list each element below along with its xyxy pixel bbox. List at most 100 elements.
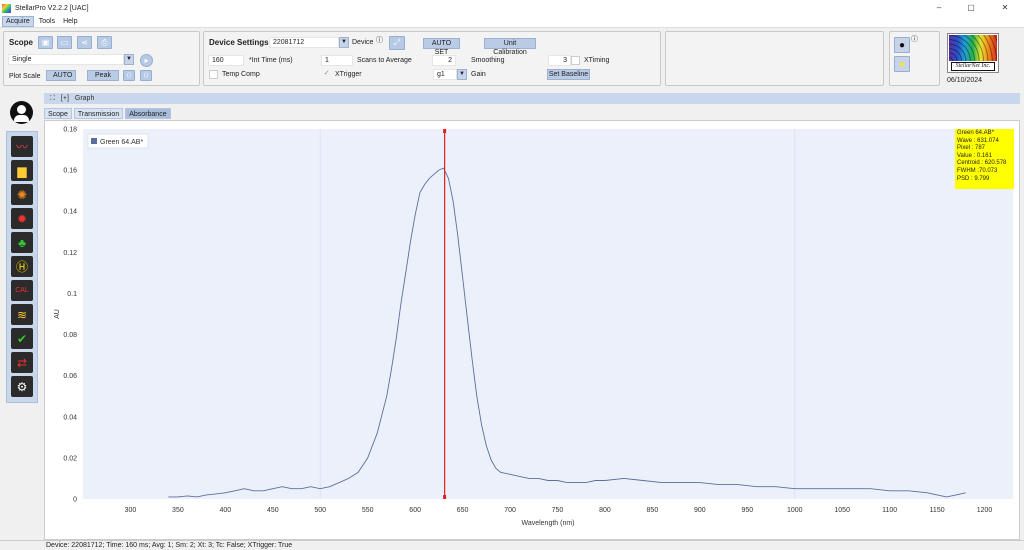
cursor-handle-bottom xyxy=(443,495,447,499)
plant-icon: ♣ xyxy=(18,235,26,250)
y-tick-label: 0.08 xyxy=(63,332,77,339)
check-circle-icon: ✔ xyxy=(16,331,28,346)
menu-tools[interactable]: Tools xyxy=(36,17,58,26)
auto-scale-button[interactable]: AUTO xyxy=(46,70,76,81)
chevron-down-icon[interactable]: ▼ xyxy=(339,37,349,48)
lamp-off-button[interactable]: ● xyxy=(894,37,910,53)
tab-scope[interactable]: Scope xyxy=(44,108,72,119)
device-select[interactable]: 22081712 xyxy=(269,37,339,48)
menu-help[interactable]: Help xyxy=(60,17,80,26)
bar-chart-tool-button[interactable]: ▆ xyxy=(11,160,33,181)
lightbulb-icon: ● xyxy=(898,39,906,51)
y-tick-label: 0.12 xyxy=(63,250,77,257)
info-panel xyxy=(665,31,884,86)
readout-value: Value : 0.161 xyxy=(957,152,992,159)
lamp-on-button[interactable]: ● xyxy=(894,56,910,72)
device-settings-title: Device Settings xyxy=(209,38,269,47)
user-avatar[interactable] xyxy=(10,101,33,124)
print-button[interactable]: ⎙ xyxy=(97,36,112,49)
x-tick-label: 950 xyxy=(741,507,753,514)
device-settings-panel: Device Settings 22081712 ▼ Device ⓘ ⤢ AU… xyxy=(203,31,661,86)
set-baseline-button[interactable]: Set Baseline xyxy=(547,69,590,80)
minimize-button[interactable]: – xyxy=(924,0,954,16)
y-tick-label: 0.14 xyxy=(63,209,77,216)
int-time-input[interactable]: 160 xyxy=(208,55,244,66)
peak-button[interactable]: Peak xyxy=(87,70,119,81)
spectrum-chart[interactable]: 0 0.02 0.04 0.06 0.08 0.1 0.12 0.14 0.16 0.18 300 3… xyxy=(45,121,1021,541)
lamp-panel: ● ⓘ ● xyxy=(889,31,940,86)
compare-tool-button[interactable]: ⇄ xyxy=(11,352,33,373)
radiometry-tool-button[interactable]: ✹ xyxy=(11,208,33,229)
plot-scale-label: Plot Scale xyxy=(9,73,41,80)
maximize-button[interactable]: ▢ xyxy=(956,0,986,16)
layers-tool-button[interactable]: ≋ xyxy=(11,304,33,325)
compare-icon: ⇄ xyxy=(16,355,28,370)
graph-header: ⛶ [+] Graph xyxy=(44,93,1020,104)
x-tick-label: 450 xyxy=(267,507,279,514)
y-axis-label: AU xyxy=(54,309,61,319)
smoothing-input[interactable]: 2 xyxy=(432,55,456,66)
color-wheel-icon: ✺ xyxy=(16,187,28,202)
title-bar: StellarPro V2.2.2 [UAC] – ▢ ✕ xyxy=(0,0,1024,16)
xtrigger-checkbox[interactable]: ✓ xyxy=(322,70,331,79)
fullscreen-icon[interactable]: ⛶ xyxy=(50,95,55,103)
x-tick-label: 1100 xyxy=(882,507,897,514)
expand-icon: ⤢ xyxy=(393,38,401,47)
settings-tool-button[interactable]: ⚙ xyxy=(11,376,33,397)
color-wheel-tool-button[interactable]: ✺ xyxy=(11,184,33,205)
share-button[interactable]: ⋖ xyxy=(77,36,92,49)
calibration-icon: CAL xyxy=(15,287,29,294)
x-tick-label: 550 xyxy=(362,507,374,514)
window-title: StellarPro V2.2.2 [UAC] xyxy=(15,4,89,12)
tab-absorbance[interactable]: Absorbance xyxy=(125,108,171,119)
tab-transmission[interactable]: Transmission xyxy=(73,108,124,119)
scans-label: Scans to Average xyxy=(357,57,412,64)
tool-strip: 〰 ▆ ✺ ✹ ♣ Ⓗ CAL ≋ ✔ ⇄ ⚙ xyxy=(6,131,38,403)
smoothing-label: Smoothing xyxy=(471,57,505,64)
chart-area[interactable]: 0 0.02 0.04 0.06 0.08 0.1 0.12 0.14 0.16 0.18 300 3… xyxy=(44,120,1020,540)
xtiming-input[interactable]: 3 xyxy=(548,55,571,66)
share-icon: ⋖ xyxy=(81,38,88,47)
plant-tool-button[interactable]: ♣ xyxy=(11,232,33,253)
xtrigger-label: XTrigger xyxy=(335,71,362,78)
open-button[interactable]: ▭ xyxy=(57,36,72,49)
check-tool-button[interactable]: ✔ xyxy=(11,328,33,349)
chevron-down-icon[interactable]: ▼ xyxy=(124,54,134,65)
avatar-body xyxy=(14,115,29,122)
close-button[interactable]: ✕ xyxy=(990,0,1020,16)
scans-input[interactable]: 1 xyxy=(321,55,353,66)
int-time-label: *Int Time (ms) xyxy=(249,57,293,64)
menu-acquire[interactable]: Acquire xyxy=(2,16,34,27)
logo-arcs xyxy=(949,35,997,61)
info-icon[interactable]: ⓘ xyxy=(376,35,383,46)
temp-comp-checkbox[interactable] xyxy=(209,70,218,79)
run-button[interactable]: ▸ xyxy=(140,54,153,67)
graph-tabs: Scope Transmission Absorbance xyxy=(44,108,173,120)
calibration-tool-button[interactable]: CAL xyxy=(11,280,33,301)
plot-background xyxy=(83,129,1013,499)
auto-set-button[interactable]: AUTO SET xyxy=(423,38,460,56)
layers-icon: ≋ xyxy=(16,307,28,322)
unit-calibration-button[interactable]: Unit Calibration xyxy=(484,38,536,56)
zoom-out-button[interactable]: ⟨⟩ xyxy=(123,70,135,81)
save-button[interactable]: ▣ xyxy=(38,36,53,49)
hdr-icon: Ⓗ xyxy=(15,260,28,274)
info-icon[interactable]: ⓘ xyxy=(911,34,918,45)
gain-select[interactable]: g1 xyxy=(433,69,457,80)
x-tick-label: 300 xyxy=(125,507,137,514)
y-tick-label: 0.06 xyxy=(63,373,77,380)
x-tick-label: 1000 xyxy=(787,507,803,514)
menu-bar: Acquire Tools Help xyxy=(0,16,1024,28)
zoom-in-button[interactable]: ⟨⟩ xyxy=(140,70,152,81)
hdr-tool-button[interactable]: Ⓗ xyxy=(11,256,33,277)
save-icon: ▣ xyxy=(41,38,50,47)
spectrum-tool-button[interactable]: 〰 xyxy=(11,136,33,157)
y-tick-label: 0.1 xyxy=(67,291,77,298)
scope-mode-select[interactable]: Single xyxy=(8,54,124,65)
chevron-down-icon[interactable]: ▼ xyxy=(457,69,467,80)
expand-button[interactable]: ⤢ xyxy=(389,36,405,50)
xtiming-checkbox[interactable] xyxy=(571,56,580,65)
collapse-icon[interactable]: [+] xyxy=(61,95,69,102)
status-bar: Device: 22081712; Time: 160 ms; Avg: 1; … xyxy=(0,540,1024,550)
app-icon xyxy=(2,3,11,13)
